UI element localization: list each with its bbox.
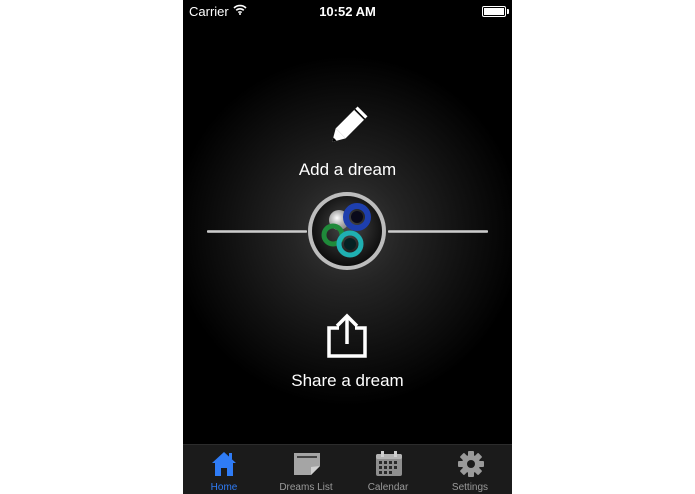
dreams-list-icon	[294, 453, 320, 475]
clock: 10:52 AM	[319, 4, 376, 19]
tab-settings[interactable]: Settings	[429, 445, 511, 494]
status-bar: Carrier 10:52 AM	[183, 0, 512, 22]
calendar-icon	[376, 451, 402, 476]
tab-settings-label: Settings	[451, 482, 489, 493]
add-dream-button[interactable]: Add a dream	[263, 100, 432, 190]
battery-icon	[482, 6, 509, 17]
divider-line-left	[207, 230, 307, 233]
home-icon	[212, 452, 236, 476]
tab-home[interactable]: Home	[183, 445, 265, 494]
tab-calendar[interactable]: Calendar	[347, 445, 429, 494]
tab-dreams-list-label: Dreams List	[279, 482, 333, 493]
share-icon	[327, 313, 367, 358]
dream-orb-logo[interactable]	[306, 190, 388, 272]
share-dream-label: Share a dream	[291, 371, 404, 390]
settings-icon	[458, 451, 484, 477]
pencil-icon	[332, 106, 368, 142]
divider-line-right	[388, 230, 488, 233]
tab-dreams-list[interactable]: Dreams List	[265, 445, 347, 494]
tab-bar: Home Dreams List Calendar Settings	[183, 444, 512, 494]
tab-calendar-label: Calendar	[367, 482, 409, 493]
add-dream-label: Add a dream	[298, 160, 397, 179]
share-dream-button[interactable]: Share a dream	[263, 312, 432, 398]
tab-home-label: Home	[210, 482, 238, 493]
app-screen: Carrier 10:52 AM Add a dream Share a dre…	[183, 0, 512, 494]
